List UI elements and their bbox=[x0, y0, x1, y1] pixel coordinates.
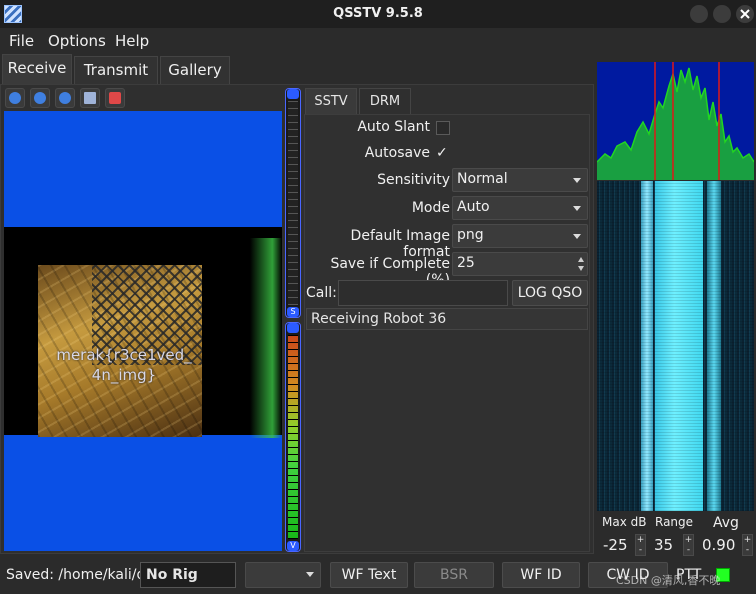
avg-spinner[interactable]: + - bbox=[742, 534, 753, 556]
spectrum-display bbox=[597, 62, 754, 180]
image-overlay-text: merak{r3ce1ved_ 4n_img} bbox=[56, 346, 192, 384]
max-db-label: Max dB bbox=[602, 515, 647, 529]
sync-meter: S bbox=[285, 88, 301, 318]
bsr-button[interactable]: BSR bbox=[414, 562, 494, 588]
tab-transmit[interactable]: Transmit bbox=[74, 56, 158, 84]
erase-icon bbox=[109, 92, 121, 104]
tab-drm[interactable]: DRM bbox=[359, 88, 411, 114]
range-spinner[interactable]: + - bbox=[683, 534, 694, 556]
received-image-viewer: merak{r3ce1ved_ 4n_img} bbox=[4, 111, 282, 551]
save-icon bbox=[84, 92, 96, 104]
refresh-button[interactable] bbox=[55, 88, 75, 108]
rig-select[interactable] bbox=[245, 562, 321, 588]
autosave-label: Autosave bbox=[364, 145, 430, 161]
wf-text-button[interactable]: WF Text bbox=[330, 562, 408, 588]
vu-meter-level bbox=[288, 335, 298, 539]
sync-meter-label: S bbox=[287, 307, 299, 317]
range-value: 35 bbox=[654, 536, 674, 554]
save-button[interactable] bbox=[80, 88, 100, 108]
menu-help[interactable]: Help bbox=[115, 32, 149, 50]
spin-down-icon bbox=[578, 266, 584, 271]
rig-status: No Rig bbox=[140, 562, 236, 588]
stop-icon bbox=[34, 92, 46, 104]
start-icon bbox=[9, 92, 21, 104]
sensitivity-label: Sensitivity bbox=[377, 172, 450, 188]
minimize-button[interactable] bbox=[690, 5, 708, 23]
tab-sstv[interactable]: SSTV bbox=[305, 88, 357, 114]
start-button[interactable] bbox=[5, 88, 25, 108]
menu-file[interactable]: File bbox=[9, 32, 34, 50]
log-qso-button[interactable]: LOG QSO bbox=[512, 280, 588, 306]
maximize-button[interactable] bbox=[713, 5, 731, 23]
chevron-down-icon bbox=[573, 234, 581, 239]
close-icon bbox=[740, 9, 750, 19]
sync-artifact bbox=[250, 238, 282, 438]
avg-label: Avg bbox=[713, 515, 739, 531]
menu-options[interactable]: Options bbox=[48, 32, 106, 50]
spin-up-icon bbox=[578, 257, 584, 262]
title-bar: QSSTV 9.5.8 bbox=[0, 0, 756, 28]
mode-select[interactable]: Auto bbox=[452, 196, 588, 220]
menu-bar: File Options Help bbox=[0, 28, 756, 54]
vu-meter-label: V bbox=[287, 541, 299, 551]
saved-path: Saved: /home/kali/q bbox=[6, 567, 140, 583]
spectrum-graph bbox=[597, 62, 754, 180]
vu-meter: V bbox=[285, 322, 301, 552]
spin-up-icon[interactable]: + bbox=[637, 535, 645, 545]
stop-button[interactable] bbox=[30, 88, 50, 108]
save-if-complete-spinbox[interactable]: 25 bbox=[452, 252, 588, 276]
refresh-icon bbox=[59, 92, 71, 104]
main-tabs: Receive Transmit Gallery bbox=[0, 54, 590, 84]
wf-id-button[interactable]: WF ID bbox=[502, 562, 580, 588]
received-image: merak{r3ce1ved_ 4n_img} bbox=[38, 265, 202, 437]
erase-button[interactable] bbox=[105, 88, 125, 108]
waterfall-display bbox=[597, 181, 754, 511]
watermark: CSDN @清风,香不晚 bbox=[616, 574, 721, 587]
spin-down-icon[interactable]: - bbox=[639, 545, 642, 555]
spin-down-icon[interactable]: - bbox=[746, 545, 749, 555]
chevron-down-icon bbox=[306, 572, 314, 577]
max-db-spinner[interactable]: + - bbox=[635, 534, 646, 556]
auto-slant-checkbox[interactable] bbox=[436, 121, 450, 135]
sensitivity-select[interactable]: Normal bbox=[452, 168, 588, 192]
call-label: Call: bbox=[306, 285, 337, 301]
close-button[interactable] bbox=[736, 5, 754, 23]
call-input[interactable] bbox=[338, 280, 508, 306]
avg-value: 0.90 bbox=[702, 536, 736, 554]
receive-status: Receiving Robot 36 bbox=[306, 308, 588, 330]
window-title: QSSTV 9.5.8 bbox=[333, 6, 423, 21]
auto-slant-label: Auto Slant bbox=[357, 119, 430, 135]
tab-receive[interactable]: Receive bbox=[2, 54, 72, 84]
autosave-checkbox[interactable]: ✓ bbox=[436, 145, 448, 161]
chevron-down-icon bbox=[573, 206, 581, 211]
max-db-value: -25 bbox=[603, 536, 628, 554]
chevron-down-icon bbox=[573, 178, 581, 183]
spin-up-icon[interactable]: + bbox=[685, 535, 693, 545]
spin-up-icon[interactable]: + bbox=[744, 535, 752, 545]
range-label: Range bbox=[655, 515, 694, 529]
spin-down-icon[interactable]: - bbox=[687, 545, 690, 555]
image-format-select[interactable]: png bbox=[452, 224, 588, 248]
tab-gallery[interactable]: Gallery bbox=[160, 56, 230, 84]
mode-label: Mode bbox=[411, 200, 450, 216]
